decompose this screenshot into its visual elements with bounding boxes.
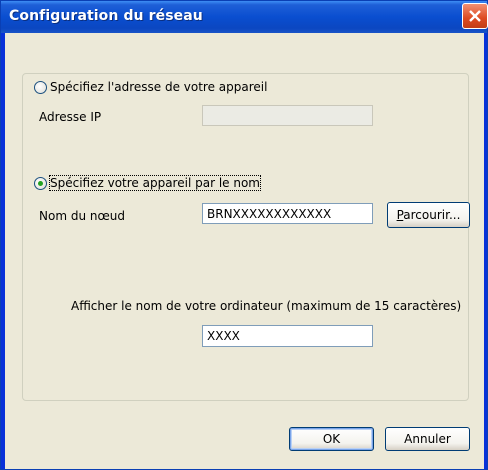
node-name-field[interactable]: BRNXXXXXXXXXXXX xyxy=(202,203,373,224)
browse-button[interactable]: Parcourir... xyxy=(387,202,470,228)
radio-specify-address[interactable] xyxy=(34,81,47,94)
ip-address-field[interactable] xyxy=(202,105,373,126)
radio-specify-name[interactable] xyxy=(34,177,47,190)
title-bar[interactable]: Configuration du réseau xyxy=(1,1,488,33)
cancel-button[interactable]: Annuler xyxy=(385,427,470,451)
ip-address-label: Adresse IP xyxy=(39,110,102,124)
ok-button[interactable]: OK xyxy=(289,427,374,451)
radio-specify-address-label[interactable]: Spécifiez l'adresse de votre appareil xyxy=(50,80,267,94)
browse-label: arcourir... xyxy=(403,208,461,222)
close-button[interactable] xyxy=(462,3,488,29)
node-name-label: Nom du nœud xyxy=(39,209,125,223)
network-config-dialog: Configuration du réseau Spécifiez l'adre… xyxy=(0,0,488,470)
close-icon xyxy=(469,10,481,22)
window-border-right xyxy=(484,33,487,469)
computer-name-field[interactable]: XXXX xyxy=(202,325,373,347)
radio-specify-name-label[interactable]: Spécifiez votre appareil par le nom xyxy=(49,175,261,191)
computer-name-label: Afficher le nom de votre ordinateur (max… xyxy=(71,299,462,313)
dialog-title: Configuration du réseau xyxy=(9,8,203,24)
